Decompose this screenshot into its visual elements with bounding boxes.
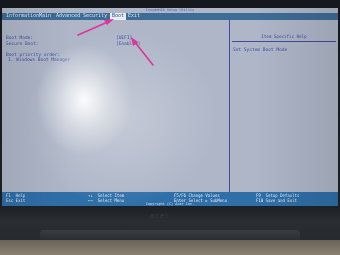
menu-advanced[interactable]: Advanced — [56, 13, 80, 20]
help-divider — [232, 41, 336, 42]
help-title: Item Specific Help — [261, 34, 307, 39]
acer-logo: acer — [150, 212, 170, 220]
secure-boot-value[interactable]: [Enabled] — [116, 42, 140, 47]
menu-information[interactable]: Information — [6, 13, 39, 20]
boot-mode-label: Boot Mode: — [6, 36, 34, 41]
menu-exit[interactable]: Exit — [128, 13, 140, 20]
bios-menubar: Information Main Advanced Security Boot … — [2, 13, 338, 20]
item-help-panel: Item Specific Help Set System Boot Mode — [229, 20, 338, 192]
desk-surface — [0, 240, 340, 255]
secure-boot-label: Secure Boot: — [6, 42, 39, 47]
menu-boot[interactable]: Boot — [110, 13, 127, 20]
menu-security[interactable]: Security — [83, 13, 107, 20]
menu-main[interactable]: Main — [39, 13, 51, 20]
boot-mode-value[interactable]: [UEFI] — [116, 36, 132, 41]
bios-screen: InsydeH20 Setup Utility Information Main… — [2, 8, 338, 206]
settings-panel: Boot Mode: [UEFI] Secure Boot: [Enabled]… — [2, 20, 228, 192]
boot-priority-item[interactable]: 1. Windows Boot Manager — [8, 58, 70, 63]
help-text: Set System Boot Mode — [233, 48, 288, 53]
laptop-hinge — [40, 230, 300, 240]
